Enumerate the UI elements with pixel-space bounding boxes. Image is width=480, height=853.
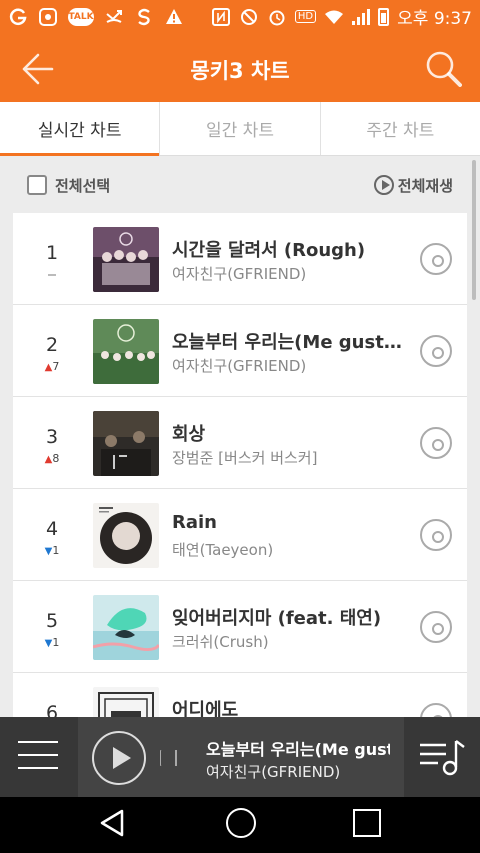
song-artist: 여자친구(GFRIEND) <box>172 265 307 283</box>
song-artist: 장범준 [버스커 버스커] <box>172 449 318 467</box>
song-artist: 여자친구(GFRIEND) <box>172 357 307 375</box>
status-bar: TALK HD 오후 9:37 <box>0 0 480 33</box>
warning-icon <box>164 8 184 26</box>
tab-realtime[interactable]: 실시간 차트 <box>0 102 161 156</box>
play-song-button[interactable] <box>420 703 452 717</box>
system-nav-bar <box>0 797 480 853</box>
nav-back-icon[interactable] <box>98 807 130 839</box>
rank-number: 5 <box>45 610 59 632</box>
page-title: 몽키3 차트 <box>190 59 290 83</box>
rank-change: ▼1 <box>44 636 60 649</box>
nav-recent-apps-icon[interactable] <box>353 809 381 837</box>
play-all-label: 전체재생 <box>397 176 453 195</box>
app-bar: 몽키3 차트 <box>0 33 480 102</box>
playlist-button[interactable] <box>418 737 468 777</box>
wifi-icon <box>324 8 344 26</box>
clock: 오후 9:37 <box>397 9 472 29</box>
chart-row[interactable]: 4 ▼1 Rain 태연(Taeyeon) <box>13 489 467 581</box>
mini-player: 오늘부터 우리는(Me gust 여자친구(GFRIEND) <box>0 717 480 797</box>
album-cover[interactable] <box>93 503 159 568</box>
nav-home-icon[interactable] <box>226 808 256 838</box>
album-cover[interactable] <box>93 687 159 717</box>
play-circle-icon <box>373 175 394 195</box>
album-cover[interactable] <box>93 595 159 660</box>
search-button[interactable] <box>422 47 466 91</box>
play-song-button[interactable] <box>420 519 452 551</box>
alarm-icon <box>267 8 287 26</box>
hd-voice-icon: HD <box>294 10 317 23</box>
missed-call-icon <box>104 8 124 26</box>
song-title: 잊어버리지마 (feat. 태연) <box>172 608 382 629</box>
app-icon <box>38 7 58 26</box>
rank-number: 6 <box>45 702 59 717</box>
album-cover[interactable] <box>93 411 159 476</box>
song-title: 시간을 달려서 (Rough) <box>172 240 366 261</box>
rank-change <box>37 268 67 281</box>
play-song-button[interactable] <box>420 243 452 275</box>
g-icon <box>8 8 28 26</box>
song-artist: 태연(Taeyeon) <box>172 541 274 559</box>
select-all-button[interactable]: 전체선택 <box>27 175 110 196</box>
rank-number: 3 <box>45 426 59 448</box>
do-not-disturb-icon <box>239 8 259 26</box>
song-title: 어디에도 <box>172 700 239 717</box>
play-song-button[interactable] <box>420 611 452 643</box>
song-title: Rain <box>172 512 217 533</box>
chart-list: 1 시간을 달려서 (Rough) 여자친구(GFRIEND) 2 ▲7 오늘부… <box>13 213 467 717</box>
playlist-icon <box>420 740 465 776</box>
rank-change: ▲7 <box>44 360 60 373</box>
list-scrollbar[interactable] <box>472 160 476 300</box>
play-song-button[interactable] <box>420 335 452 367</box>
select-all-checkbox[interactable] <box>27 175 47 195</box>
signal-icon <box>352 8 371 25</box>
rank-number: 2 <box>45 334 59 356</box>
play-song-button[interactable] <box>420 427 452 459</box>
search-icon <box>426 51 462 87</box>
select-all-label: 전체선택 <box>55 176 111 195</box>
menu-button[interactable] <box>18 741 58 773</box>
s-icon <box>134 8 154 26</box>
tab-daily[interactable]: 일간 차트 <box>160 102 321 155</box>
song-artist: 크러쉬(Crush) <box>172 633 269 651</box>
chart-tabs: 실시간 차트 일간 차트 주간 차트 <box>0 102 480 156</box>
rank-change: ▼1 <box>44 544 60 557</box>
chart-row[interactable]: 1 시간을 달려서 (Rough) 여자친구(GFRIEND) <box>13 213 467 305</box>
chart-row[interactable]: 3 ▲8 회상 장범준 [버스커 버스커] <box>13 397 467 489</box>
kakaotalk-icon: TALK <box>68 7 94 26</box>
battery-icon <box>378 7 390 26</box>
rank-number: 1 <box>45 242 59 264</box>
play-button[interactable] <box>92 731 146 785</box>
nfc-icon <box>211 7 231 26</box>
album-cover[interactable] <box>93 227 159 292</box>
play-all-button[interactable]: 전체재생 <box>373 175 453 196</box>
song-title: 회상 <box>172 424 206 445</box>
chart-row[interactable]: 6 어디에도 <box>13 673 467 717</box>
no-change-icon <box>48 274 56 276</box>
chart-row[interactable]: 2 ▲7 오늘부터 우리는(Me gustas tu) 여자친구(GFRIEND… <box>13 305 467 397</box>
tab-weekly[interactable]: 주간 차트 <box>321 102 480 155</box>
now-playing-artist: 여자친구(GFRIEND) <box>206 763 341 781</box>
chart-row[interactable]: 5 ▼1 잊어버리지마 (feat. 태연) 크러쉬(Crush) <box>13 581 467 673</box>
song-title: 오늘부터 우리는(Me gustas tu) <box>172 332 412 353</box>
rank-number: 4 <box>45 518 59 540</box>
album-cover[interactable] <box>93 319 159 384</box>
next-track-button[interactable] <box>160 750 178 766</box>
now-playing-title: 오늘부터 우리는(Me gust <box>206 740 390 759</box>
rank-change: ▲8 <box>44 452 60 465</box>
list-toolbar: 전체선택 전체재생 <box>0 157 480 213</box>
